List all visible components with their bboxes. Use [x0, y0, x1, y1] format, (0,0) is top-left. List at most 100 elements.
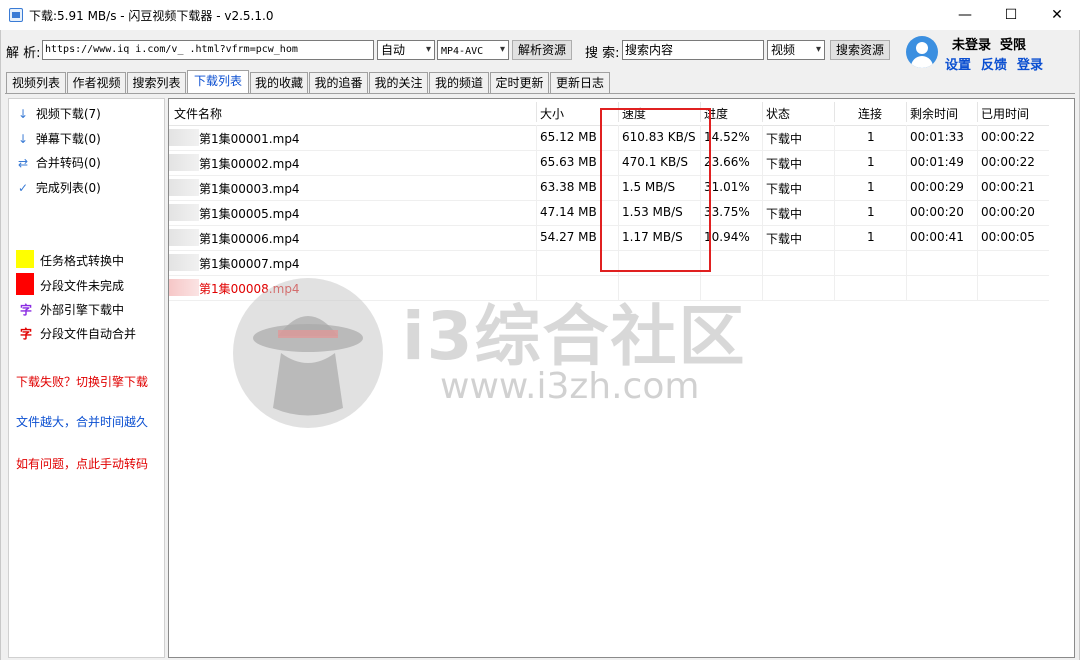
column-header-size[interactable]: 大小 — [540, 105, 564, 122]
sidebar-item-completed[interactable]: ✓ 完成列表(0) — [18, 179, 101, 196]
format-select[interactable]: MP4-AVC ▾ — [437, 40, 509, 60]
row-size: 54.27 MB — [540, 230, 597, 244]
row-remaining: 00:01:49 — [910, 155, 964, 169]
column-header-remaining[interactable]: 剩余时间 — [910, 105, 958, 122]
row-filename: 第1集00005.mp4 — [199, 207, 300, 221]
parse-label: 解 析: — [6, 46, 41, 61]
legend-auto-merge: 分段文件自动合并 — [40, 327, 137, 341]
tab-favorites[interactable]: 我的收藏 — [250, 72, 308, 93]
search-type-value: 视频 — [771, 43, 796, 57]
chevron-down-icon: ▾ — [815, 44, 821, 55]
legend-converting: 任务格式转换中 — [40, 254, 125, 268]
row-remaining: 00:00:29 — [910, 180, 964, 194]
watermark-logo — [233, 278, 383, 428]
chevron-down-icon: ▾ — [425, 44, 431, 55]
url-input[interactable]: https://www.iq i.com/v_ .html?vfrm=pcw_h… — [42, 40, 374, 60]
blurred-thumbnail — [169, 204, 199, 221]
row-size: 65.12 MB — [540, 130, 597, 144]
legend-external-engine: 外部引擎下载中 — [40, 303, 125, 317]
row-connections: 1 — [867, 230, 875, 244]
search-input[interactable]: 搜索内容 — [622, 40, 764, 60]
sidebar-item-video-download[interactable]: ↓ 视频下载(7) — [18, 105, 101, 122]
title-bar[interactable]: 下载:5.91 MB/s - 闪豆视频下载器 - v2.5.1.0 — ☐ ✕ — [0, 0, 1080, 30]
row-status: 下载中 — [766, 132, 803, 146]
row-remaining: 00:00:41 — [910, 230, 964, 244]
row-size: 47.14 MB — [540, 205, 597, 219]
legend-incomplete: 分段文件未完成 — [40, 279, 125, 293]
row-elapsed: 00:00:05 — [981, 230, 1035, 244]
sidebar-item-label: 视频下载(7) — [35, 107, 101, 121]
speed-highlight-box — [600, 108, 711, 272]
row-status: 下载中 — [766, 232, 803, 246]
tab-author-videos[interactable]: 作者视频 — [67, 72, 126, 93]
tab-video-list[interactable]: 视频列表 — [6, 72, 66, 93]
permission-status: 受限 — [1000, 38, 1027, 53]
blurred-thumbnail — [169, 154, 199, 171]
blurred-thumbnail — [169, 179, 199, 196]
close-button[interactable]: ✕ — [1034, 0, 1080, 30]
sidebar-item-label: 合并转码(0) — [35, 156, 101, 170]
row-filename: 第1集00003.mp4 — [199, 182, 300, 196]
swap-icon: ⇄ — [18, 156, 29, 170]
row-connections: 1 — [867, 155, 875, 169]
window-title: 下载:5.91 MB/s - 闪豆视频下载器 - v2.5.1.0 — [29, 9, 274, 23]
row-status: 下载中 — [766, 157, 803, 171]
red-char-icon: 字 — [20, 327, 33, 341]
arrow-down-icon: ↓ — [18, 132, 29, 146]
column-header-filename[interactable]: 文件名称 — [174, 105, 222, 122]
row-filename: 第1集00006.mp4 — [199, 232, 300, 246]
feedback-link[interactable]: 反馈 — [981, 54, 1007, 73]
search-button[interactable]: 搜索资源 — [830, 40, 890, 60]
row-filename: 第1集00001.mp4 — [199, 132, 300, 146]
row-connections: 1 — [867, 130, 875, 144]
row-elapsed: 00:00:21 — [981, 180, 1035, 194]
tab-search-list[interactable]: 搜索列表 — [127, 72, 186, 93]
row-connections: 1 — [867, 180, 875, 194]
row-elapsed: 00:00:20 — [981, 205, 1035, 219]
sidebar-item-danmaku-download[interactable]: ↓ 弹幕下载(0) — [18, 130, 101, 147]
tab-changelog[interactable]: 更新日志 — [550, 72, 610, 93]
row-filename: 第1集00007.mp4 — [199, 257, 300, 271]
row-status: 下载中 — [766, 182, 803, 196]
purple-char-icon: 字 — [20, 303, 33, 317]
sidebar-item-label: 弹幕下载(0) — [35, 132, 101, 146]
row-size: 63.38 MB — [540, 180, 597, 194]
tip-manual-transcode[interactable]: 如有问题，点此手动转码 — [16, 455, 148, 472]
minimize-button[interactable]: — — [942, 0, 988, 30]
tip-merge-time[interactable]: 文件越大，合并时间越久 — [16, 413, 148, 430]
search-type-select[interactable]: 视频 ▾ — [767, 40, 825, 60]
tab-scheduled-update[interactable]: 定时更新 — [490, 72, 549, 93]
watermark-text: i3综合社区 — [402, 298, 747, 375]
check-icon: ✓ — [18, 181, 29, 195]
maximize-button[interactable]: ☐ — [988, 0, 1034, 30]
row-size: 65.63 MB — [540, 155, 597, 169]
tab-following-series[interactable]: 我的追番 — [309, 72, 368, 93]
column-header-status[interactable]: 状态 — [766, 105, 790, 122]
tab-my-channel[interactable]: 我的频道 — [429, 72, 489, 93]
format-select-value: MP4-AVC — [441, 46, 484, 57]
tab-download-list[interactable]: 下载列表 — [187, 70, 249, 94]
row-connections: 1 — [867, 205, 875, 219]
login-status: 未登录 — [952, 38, 992, 53]
app-icon — [9, 8, 23, 22]
blurred-thumbnail — [169, 279, 199, 296]
row-remaining: 00:00:20 — [910, 205, 964, 219]
sidebar-item-label: 完成列表(0) — [35, 181, 101, 195]
tip-switch-engine[interactable]: 下载失败？切换引擎下载 — [16, 373, 148, 390]
column-header-connections[interactable]: 连接 — [858, 105, 882, 122]
tab-following[interactable]: 我的关注 — [369, 72, 428, 93]
column-header-elapsed[interactable]: 已用时间 — [981, 105, 1029, 122]
user-icon — [916, 42, 928, 54]
mode-select[interactable]: 自动 ▾ — [377, 40, 435, 60]
row-elapsed: 00:00:22 — [981, 155, 1035, 169]
row-filename: 第1集00002.mp4 — [199, 157, 300, 171]
watermark-url: www.i3zh.com — [440, 366, 700, 407]
login-link[interactable]: 登录 — [1017, 54, 1043, 73]
tab-divider — [5, 93, 1075, 94]
avatar[interactable] — [906, 36, 938, 68]
row-status: 下载中 — [766, 207, 803, 221]
settings-link[interactable]: 设置 — [945, 54, 971, 73]
parse-button[interactable]: 解析资源 — [512, 40, 572, 60]
sidebar-item-merge-transcode[interactable]: ⇄ 合并转码(0) — [18, 154, 101, 171]
blurred-thumbnail — [169, 229, 199, 246]
